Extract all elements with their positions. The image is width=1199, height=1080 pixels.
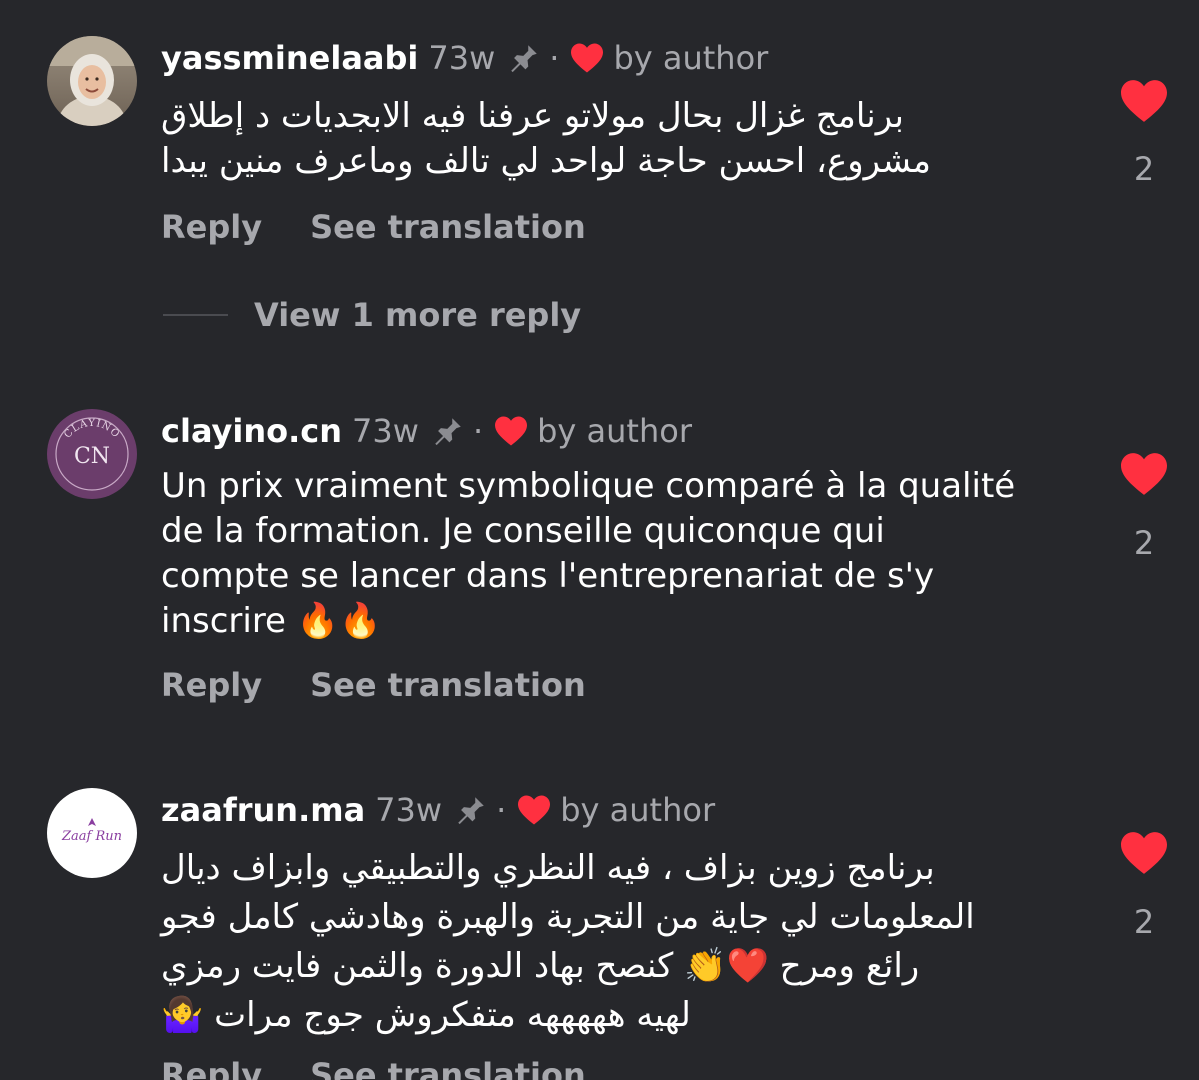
like-heart-icon[interactable]	[1118, 830, 1170, 876]
comment-line: لهيه هههههه متفكروش جوج مرات 🤷‍♀️	[161, 995, 691, 1035]
view-more-replies-label: View 1 more reply	[254, 296, 582, 334]
username[interactable]: yassminelaabi	[161, 39, 418, 77]
comment-header: clayino.cn 73w · by author	[161, 411, 692, 451]
pin-icon	[507, 41, 541, 75]
separator: ·	[472, 412, 484, 450]
separator: ·	[496, 791, 507, 829]
heart-icon	[493, 415, 529, 447]
comment-header: yassminelaabi 73w · by author	[161, 38, 768, 78]
comment-actions: Reply See translation	[161, 666, 586, 704]
pin-icon	[454, 793, 488, 827]
comment-text: Un prix vraiment symbolique comparé à la…	[161, 464, 1101, 644]
timestamp: 73w	[375, 791, 443, 829]
reply-button[interactable]: Reply	[161, 208, 262, 246]
divider	[163, 314, 228, 316]
see-translation-button[interactable]: See translation	[310, 208, 586, 246]
heart-icon	[516, 794, 552, 826]
like-heart-icon[interactable]	[1118, 78, 1170, 124]
avatar-brand-text: Zaaf Run	[61, 829, 122, 844]
avatar[interactable]	[47, 36, 137, 126]
reply-button[interactable]: Reply	[161, 1056, 262, 1080]
avatar-photo	[47, 36, 137, 126]
comment-line: de la formation. Je conseille quiconque …	[161, 511, 885, 551]
by-author-label: by author	[560, 791, 716, 829]
avatar-logo: CLAYINO CN	[47, 409, 137, 499]
comment-line: compte se lancer dans l'entreprenariat d…	[161, 556, 935, 596]
comment-line: inscrire 🔥🔥	[161, 601, 382, 641]
comment-text: برنامج غزال بحال مولاتو عرفنا فيه الابجد…	[161, 94, 1101, 184]
comment-line: برنامج غزال بحال مولاتو عرفنا فيه الابجد…	[161, 96, 904, 136]
comment-line: المعلومات لي جاية من التجربة والهبرة وها…	[161, 897, 975, 937]
avatar[interactable]: Zaaf Run	[47, 788, 137, 878]
comment-text: برنامج زوين بزاف ، فيه النظري والتطبيقي …	[161, 844, 1101, 1040]
reply-button[interactable]: Reply	[161, 666, 262, 704]
comment-actions: Reply See translation	[161, 208, 586, 246]
see-translation-button[interactable]: See translation	[310, 1056, 586, 1080]
comment-header: zaafrun.ma 73w · by author	[161, 790, 715, 830]
by-author-label: by author	[613, 39, 769, 77]
username[interactable]: clayino.cn	[161, 412, 342, 450]
comments-screen: yassminelaabi 73w · by author برنامج غزا…	[0, 0, 1199, 1080]
avatar-logo: Zaaf Run	[47, 788, 137, 878]
like-count: 2	[1133, 150, 1155, 188]
comment-line: مشروع، احسن حاجة لواحد لي تالف وماعرف من…	[161, 141, 931, 181]
like-count: 2	[1133, 524, 1155, 562]
by-author-label: by author	[537, 412, 692, 450]
heart-icon	[569, 42, 605, 74]
timestamp: 73w	[428, 39, 496, 77]
see-translation-button[interactable]: See translation	[310, 666, 586, 704]
like-count: 2	[1133, 903, 1155, 941]
comment-line: Un prix vraiment symbolique comparé à la…	[161, 466, 1016, 506]
timestamp: 73w	[352, 412, 419, 450]
avatar-monogram: CN	[74, 444, 110, 469]
comment-line: برنامج زوين بزاف ، فيه النظري والتطبيقي …	[161, 848, 935, 888]
comment-actions: Reply See translation	[161, 1056, 586, 1080]
avatar[interactable]: CLAYINO CN	[47, 409, 137, 499]
separator: ·	[549, 39, 560, 77]
view-more-replies-button[interactable]: View 1 more reply	[163, 296, 581, 334]
comment-line: رائع ومرح ❤️👏 كنصح بهاد الدورة والثمن فا…	[161, 946, 920, 986]
pin-icon	[431, 414, 465, 448]
like-heart-icon[interactable]	[1118, 451, 1170, 497]
username[interactable]: zaafrun.ma	[161, 791, 365, 829]
